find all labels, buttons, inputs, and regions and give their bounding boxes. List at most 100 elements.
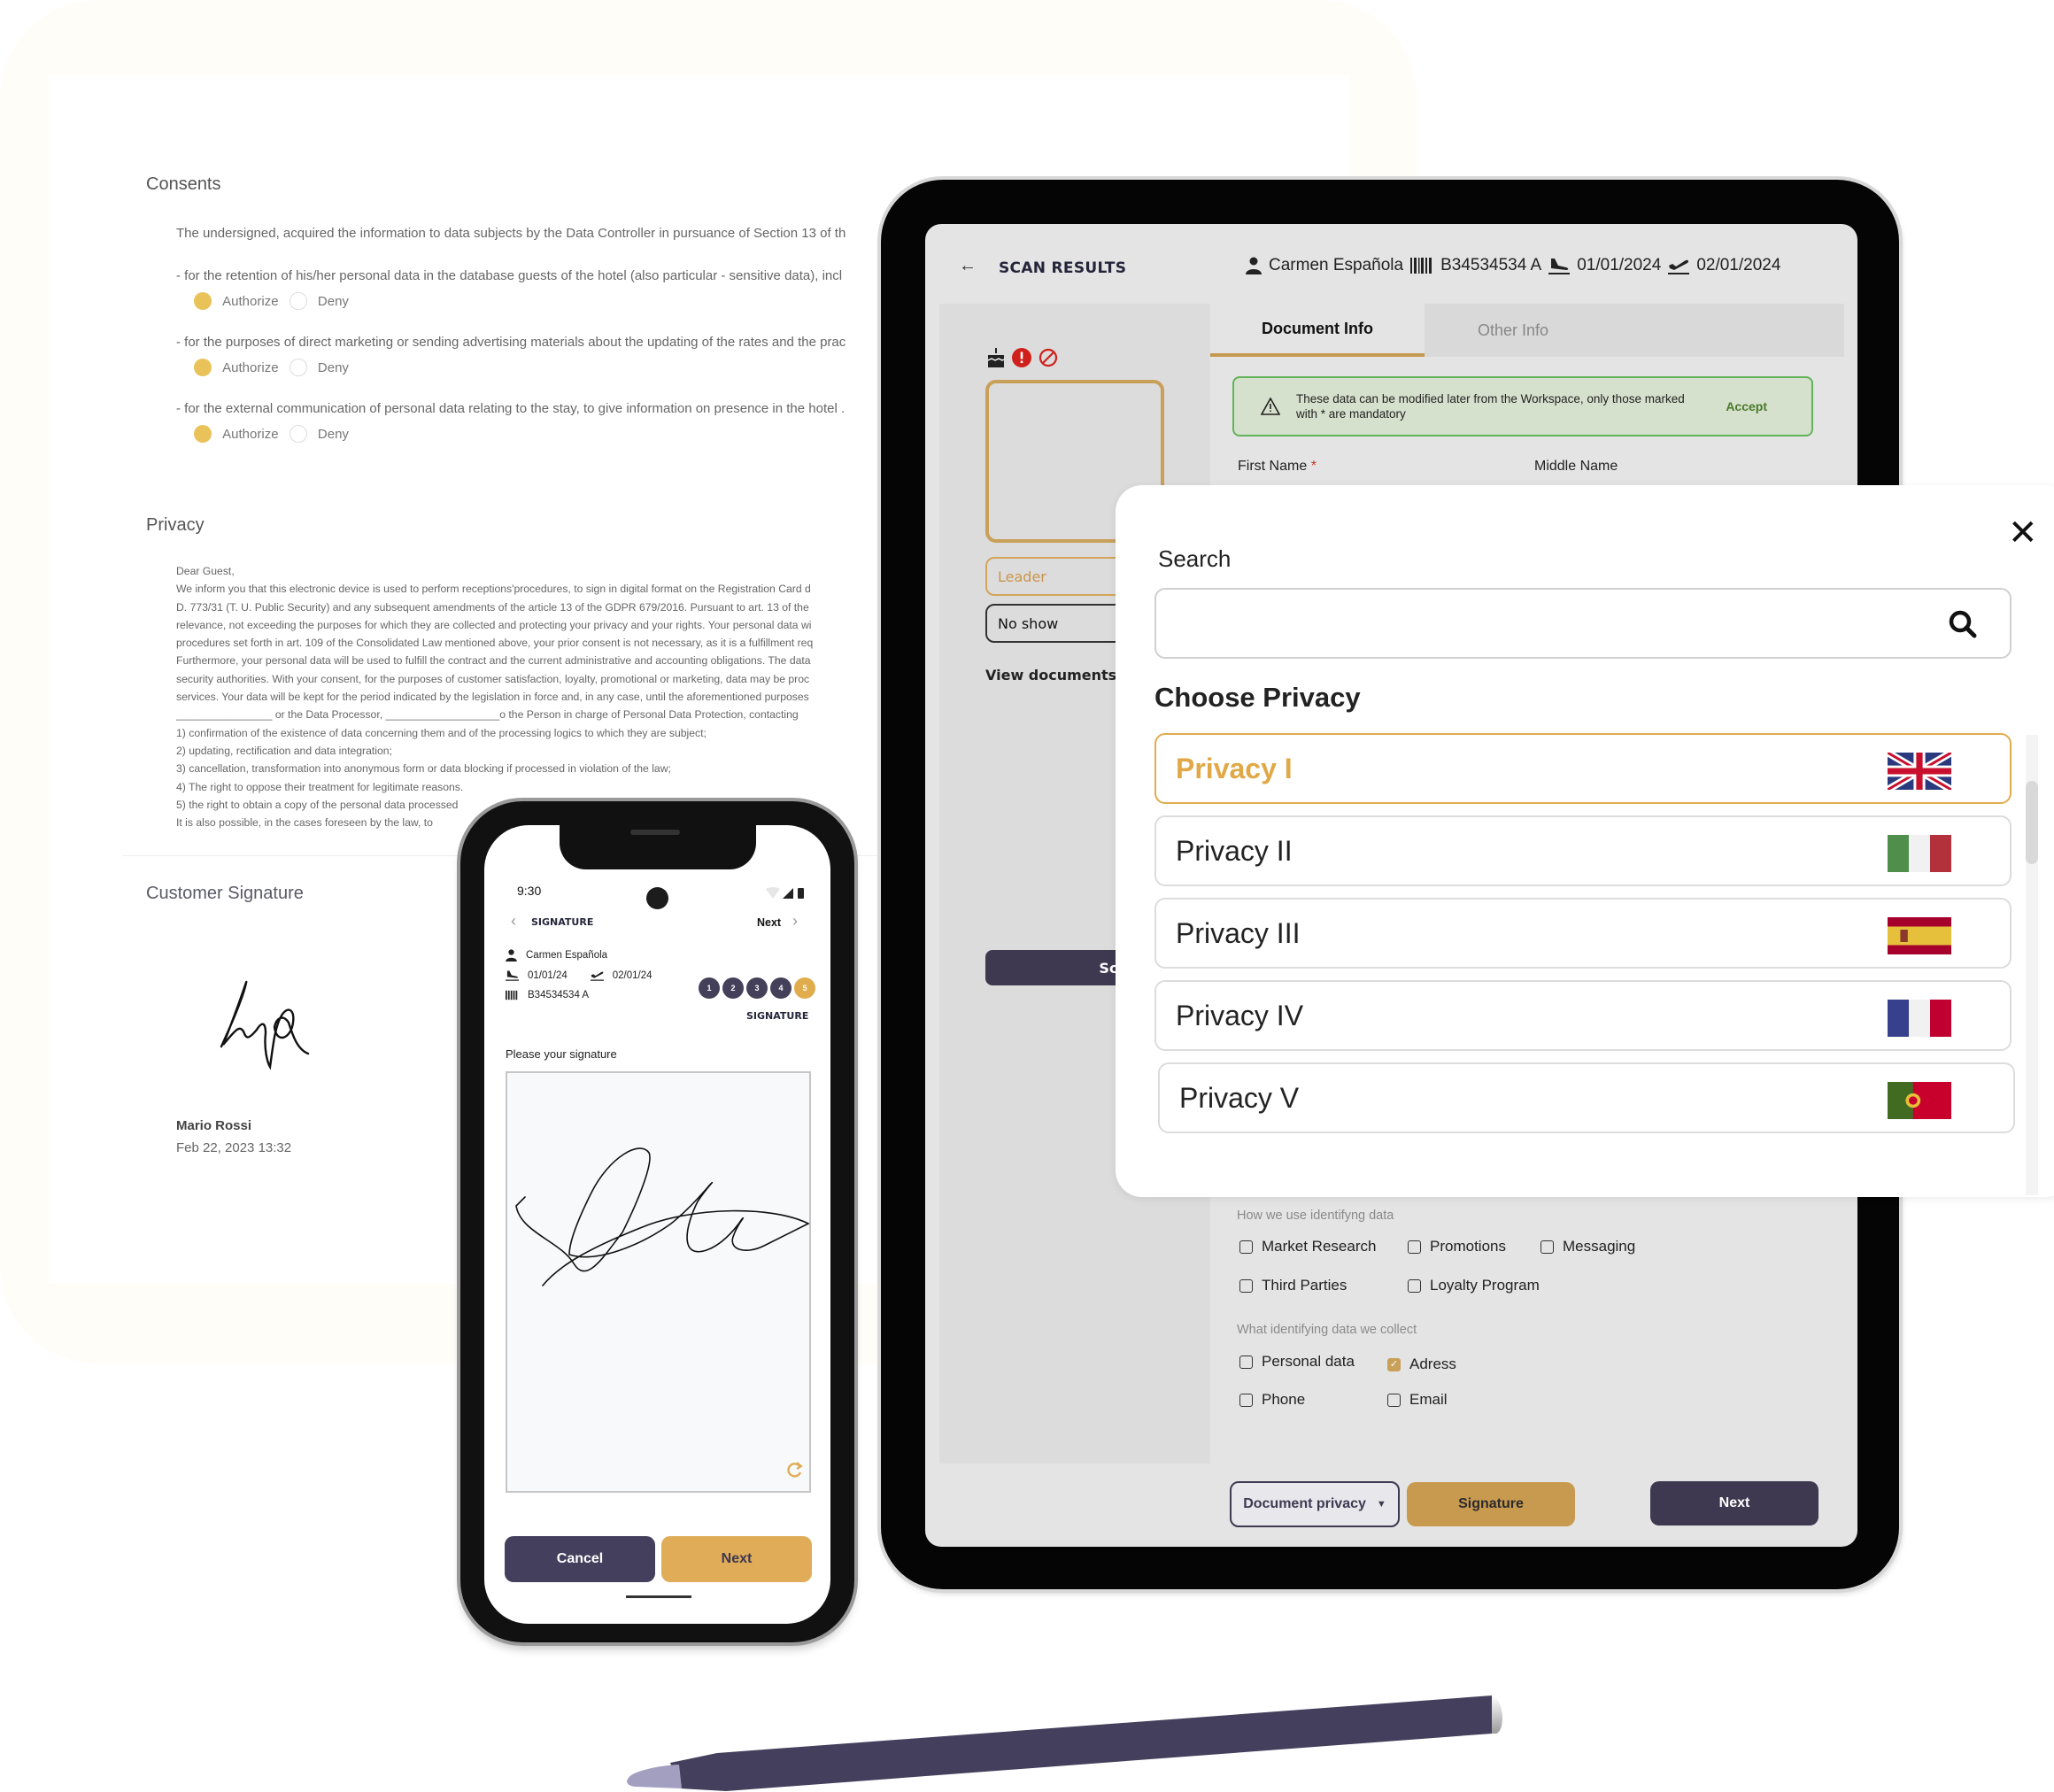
signature-canvas[interactable] — [506, 1071, 811, 1493]
spain-flag-icon — [1888, 917, 1951, 954]
tab-other-info[interactable]: Other Info — [1425, 304, 1602, 357]
checkbox-box[interactable] — [1239, 1278, 1253, 1293]
modal-scrollbar[interactable] — [2026, 735, 2038, 1195]
privacy-option[interactable]: Privacy II — [1154, 815, 2012, 886]
checkbox-box[interactable] — [1540, 1240, 1554, 1254]
choose-privacy-title: Choose Privacy — [1154, 682, 1361, 713]
checkbox-label: Personal data — [1262, 1353, 1355, 1370]
signature-prompt: Please your signature — [506, 1047, 617, 1061]
deny-radio[interactable] — [289, 292, 307, 310]
phone-guest-name-row: Carmen Española — [506, 949, 607, 962]
checkbox-loyalty-program[interactable]: Loyalty Program — [1408, 1277, 1540, 1294]
pen-tip — [627, 1765, 682, 1788]
privacy-option[interactable]: Privacy I — [1154, 733, 2012, 804]
privacy-option[interactable]: Privacy IV — [1154, 980, 2012, 1051]
phone-document-row: B34534534 A — [506, 990, 589, 1000]
authorize-radio[interactable] — [194, 292, 212, 310]
privacy-line: Dear Guest, — [176, 565, 235, 577]
checkbox-email[interactable]: Email — [1387, 1391, 1448, 1409]
checkbox-label: Promotions — [1430, 1238, 1506, 1255]
checkbox-box-checked[interactable]: ✓ — [1387, 1357, 1401, 1371]
departure-date: 02/01/2024 — [1696, 256, 1781, 274]
checkbox-box[interactable] — [1408, 1278, 1421, 1293]
privacy-line: 2) updating, rectification and data inte… — [176, 744, 392, 757]
phone-arrival-date: 01/01/24 — [528, 969, 568, 981]
step-indicator: 2 — [722, 977, 744, 999]
phone-notch — [560, 825, 756, 869]
accept-button[interactable]: Accept — [1726, 399, 1767, 413]
step-indicator: 3 — [746, 977, 768, 999]
signature-button[interactable]: Signature — [1407, 1482, 1575, 1526]
privacy-option[interactable]: Privacy III — [1154, 898, 2012, 969]
phone-page-title: SIGNATURE — [531, 916, 594, 928]
next-button[interactable]: Next — [1650, 1481, 1818, 1526]
first-name-label-text: First Name — [1238, 459, 1308, 474]
privacy-line: 3) cancellation, transformation into ano… — [176, 762, 671, 776]
checkbox-box[interactable] — [1408, 1240, 1421, 1254]
checkbox-box[interactable] — [1239, 1355, 1253, 1369]
privacy-line: procedures set forth in art. 109 of the … — [176, 637, 814, 650]
alert-icon — [1012, 348, 1031, 367]
phone-document-number: B34534534 A — [528, 990, 590, 1000]
deny-label: Deny — [317, 426, 349, 442]
checkbox-box[interactable] — [1239, 1240, 1253, 1254]
consent-item-text: - for the purposes of direct marketing o… — [176, 335, 846, 350]
checkbox-box[interactable] — [1387, 1393, 1401, 1407]
portugal-flag-icon — [1888, 1082, 1951, 1119]
deny-radio[interactable] — [289, 425, 307, 443]
consent-item-radio-group: Authorize Deny — [194, 359, 349, 376]
privacy-option-label: Privacy I — [1176, 753, 1293, 784]
chevron-right-icon[interactable]: › — [792, 912, 798, 931]
step-label: SIGNATURE — [746, 1010, 809, 1022]
checkbox-label: Loyalty Program — [1430, 1277, 1540, 1294]
checkbox-phone[interactable]: Phone — [1239, 1391, 1305, 1409]
stylus-pen — [627, 1695, 1502, 1791]
privacy-option-label: Privacy III — [1176, 917, 1301, 949]
deny-radio[interactable] — [289, 359, 307, 376]
user-icon — [1246, 257, 1262, 274]
search-input[interactable] — [1156, 590, 1882, 657]
france-flag-icon — [1888, 1000, 1951, 1037]
phone-dates-row: 01/01/24 02/01/24 — [506, 969, 652, 981]
checkbox-third-parties[interactable]: Third Parties — [1239, 1277, 1347, 1294]
search-icon[interactable] — [1948, 609, 1978, 639]
privacy-option-label: Privacy II — [1176, 835, 1293, 867]
uk-flag-icon — [1888, 753, 1951, 790]
home-indicator — [626, 1595, 691, 1598]
checkbox-label: Adress — [1409, 1356, 1456, 1372]
consents-intro: The undersigned, acquired the informatio… — [176, 226, 846, 241]
checkbox-box[interactable] — [1239, 1393, 1253, 1407]
tab-document-info[interactable]: Document Info — [1210, 304, 1425, 357]
warning-icon — [1261, 398, 1280, 415]
chevron-left-icon[interactable]: ‹ — [511, 912, 516, 931]
document-privacy-dropdown[interactable]: Document privacy ▼ — [1230, 1481, 1400, 1527]
authorize-radio[interactable] — [194, 425, 212, 443]
arrow-left-icon[interactable]: ← — [959, 256, 977, 276]
close-icon[interactable]: ✕ — [2008, 515, 2038, 551]
barcode-icon — [1410, 258, 1432, 274]
required-asterisk: * — [1310, 459, 1317, 474]
checkbox-market-research[interactable]: Market Research — [1239, 1238, 1376, 1255]
customer-signature-image — [220, 980, 310, 1070]
privacy-line: 4) The right to oppose their treatment f… — [176, 780, 464, 793]
deny-label: Deny — [317, 293, 349, 309]
next-button[interactable]: Next — [661, 1536, 812, 1582]
step-indicator-current: 5 — [794, 977, 815, 999]
scrollbar-thumb[interactable] — [2026, 781, 2038, 864]
search-field[interactable] — [1154, 588, 2012, 659]
view-documents-link[interactable]: View documents — [985, 667, 1116, 684]
privacy-line: security authorities. With your consent,… — [176, 672, 810, 685]
checkbox-adress[interactable]: ✓ Adress — [1387, 1356, 1456, 1373]
checkbox-messaging[interactable]: Messaging — [1540, 1238, 1635, 1255]
plane-arrival-icon — [1548, 259, 1571, 274]
checkbox-personal-data[interactable]: Personal data — [1239, 1353, 1355, 1371]
phone-next-link[interactable]: Next — [757, 916, 781, 929]
phone-departure-date: 02/01/24 — [612, 969, 652, 981]
authorize-radio[interactable] — [194, 359, 212, 376]
cancel-button[interactable]: Cancel — [505, 1536, 655, 1582]
checkbox-promotions[interactable]: Promotions — [1408, 1238, 1506, 1255]
privacy-letter: Dear Guest, We inform you that this elec… — [176, 562, 813, 831]
reset-icon[interactable] — [785, 1461, 803, 1479]
privacy-line: We inform you that this electronic devic… — [176, 583, 811, 596]
privacy-option[interactable]: Privacy V — [1158, 1062, 2015, 1133]
